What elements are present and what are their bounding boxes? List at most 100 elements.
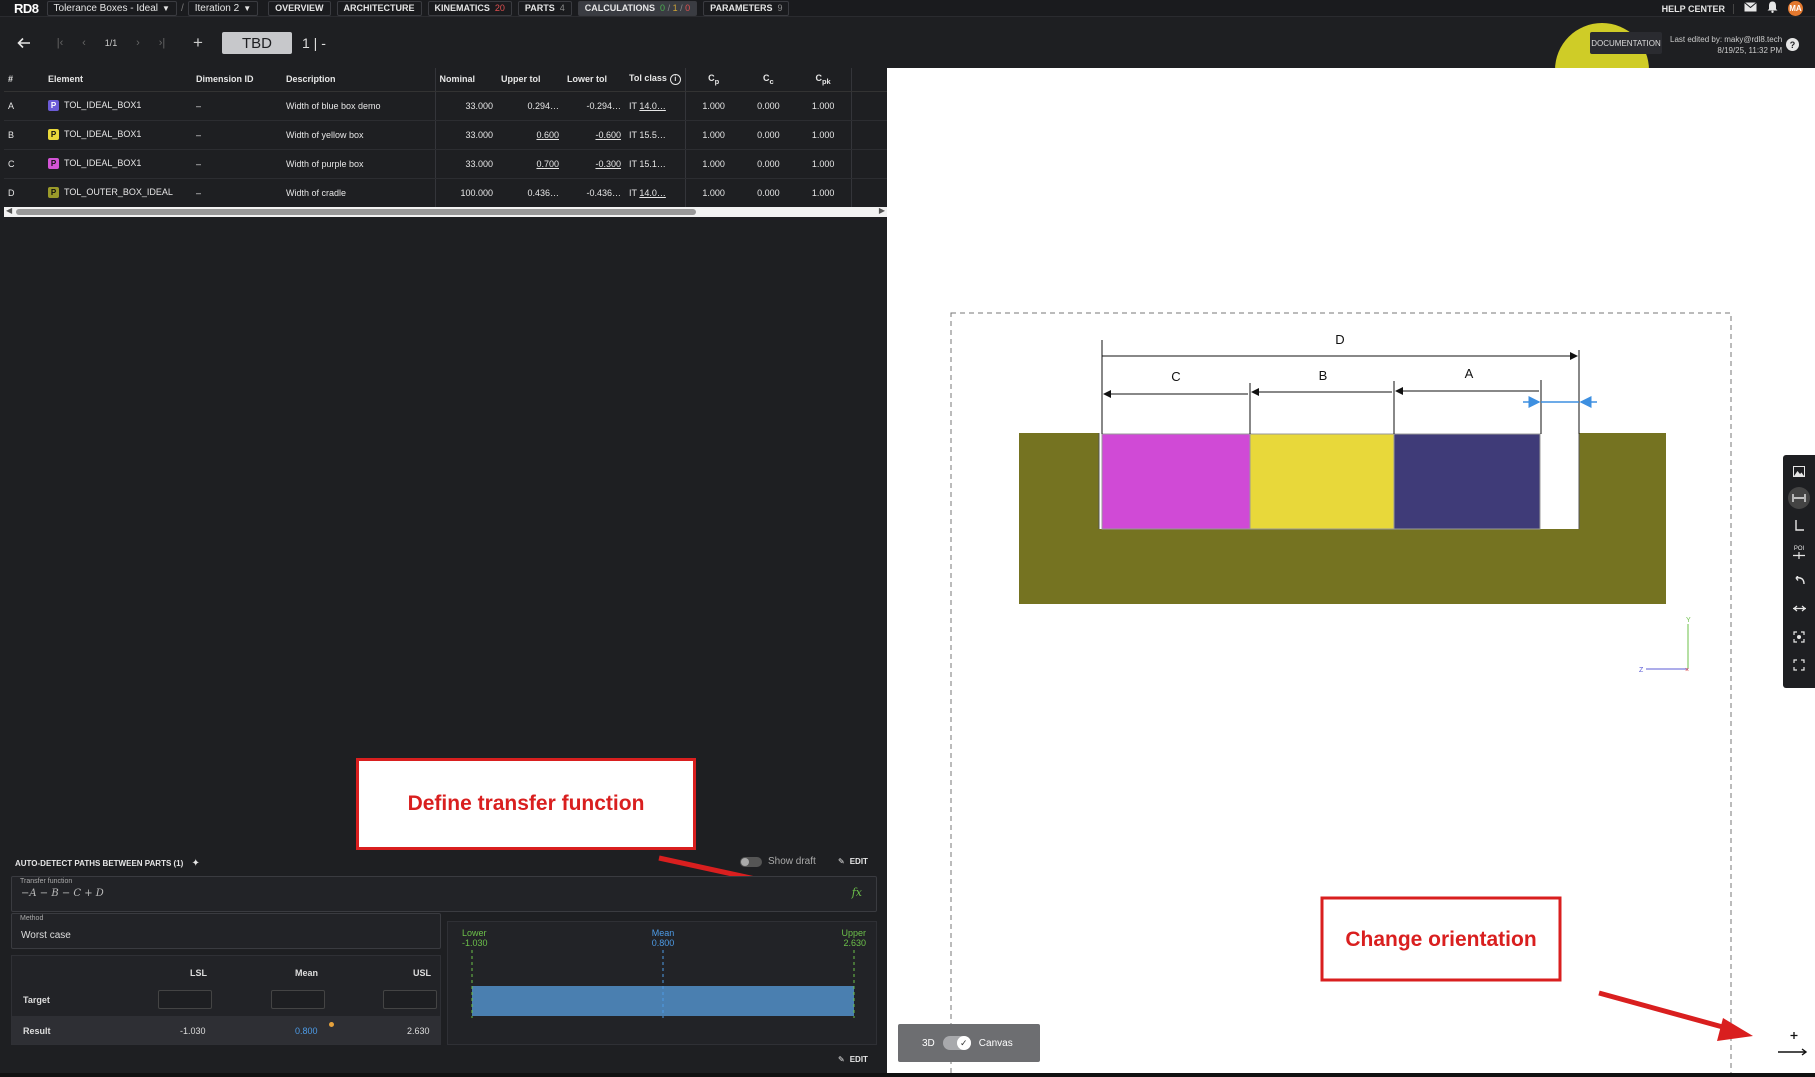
prev-page-icon[interactable]: ‹ (72, 31, 96, 55)
row-tol-class[interactable]: IT 15.5… (625, 120, 686, 150)
tab-parts[interactable]: PARTS 4 (517, 0, 572, 16)
tol-class-value[interactable]: 14.0… (639, 188, 666, 198)
col-tol-class[interactable]: Tol class i (625, 68, 686, 92)
calc-status-counts: 0 / 1 / 0 (660, 3, 691, 13)
row-nominal[interactable]: 33.000 (435, 149, 497, 179)
col-cpk[interactable]: Cpk (795, 68, 852, 92)
dimension-c[interactable]: C (1103, 369, 1251, 434)
row-upper-tol[interactable]: 0.700 (497, 149, 563, 179)
row-nominal[interactable]: 33.000 (435, 120, 497, 150)
tab-calculations[interactable]: CALCULATIONS 0 / 1 / 0 (577, 0, 698, 16)
tol-class-value[interactable]: 15.5… (639, 130, 666, 140)
edit-method-button[interactable]: ✎ EDIT (838, 1055, 868, 1064)
blue-box-part[interactable] (1393, 433, 1541, 530)
col-upper-tol[interactable]: Upper tol (497, 68, 563, 92)
bell-icon[interactable] (1767, 1, 1778, 16)
target-usl-input[interactable] (383, 990, 437, 1009)
tab-parameters[interactable]: PARAMETERS 9 (703, 0, 790, 16)
next-page-icon[interactable]: › (126, 31, 150, 55)
angle-tool-icon[interactable] (1787, 512, 1811, 537)
row-lower-tol[interactable]: -0.436… (563, 178, 625, 208)
table-row[interactable]: D P TOL_OUTER_BOX_IDEAL – Width of cradle… (4, 178, 887, 208)
fx-icon[interactable]: fx (852, 886, 862, 899)
row-dimension-id: – (192, 149, 282, 179)
transfer-function-field[interactable]: Transfer function −A − B − C + D fx (11, 876, 877, 912)
row-nominal[interactable]: 100.000 (435, 178, 497, 208)
edit-transfer-button[interactable]: ✎ EDIT (838, 857, 868, 866)
dimension-b[interactable]: B (1251, 368, 1395, 434)
status-badge[interactable]: TBD (222, 32, 292, 54)
draft-toggle-switch[interactable] (740, 856, 762, 867)
info-icon[interactable]: i (669, 74, 681, 86)
documentation-button[interactable]: DOCUMENTATION (1590, 32, 1662, 54)
mail-icon[interactable] (1744, 2, 1757, 15)
table-row[interactable]: B P TOL_IDEAL_BOX1 – Width of yellow box … (4, 120, 887, 150)
row-tol-class[interactable]: IT 14.0… (625, 178, 686, 208)
method-select[interactable]: Method Worst case (11, 913, 441, 949)
target-lsl-input[interactable] (158, 990, 212, 1009)
annotation-change-orientation: Change orientation (1345, 928, 1536, 951)
dimension-tool-icon[interactable] (1788, 487, 1810, 509)
col-lower-tol[interactable]: Lower tol (563, 68, 625, 92)
row-upper-tol[interactable]: 0.600 (497, 120, 563, 150)
tab-architecture[interactable]: ARCHITECTURE (336, 0, 422, 16)
pencil-icon: ✎ (838, 857, 845, 866)
col-nominal[interactable]: Nominal (435, 68, 497, 92)
col-dimension-id[interactable]: Dimension ID (192, 68, 282, 92)
purple-box-part[interactable] (1101, 433, 1251, 530)
orientation-arrow-icon[interactable] (1775, 1030, 1809, 1060)
tab-kinematics[interactable]: KINEMATICS 20 (427, 0, 512, 16)
table-row[interactable]: A P TOL_IDEAL_BOX1 – Width of blue box de… (4, 91, 887, 121)
image-icon[interactable] (1787, 459, 1811, 484)
auto-detect-paths-button[interactable]: AUTO-DETECT PATHS BETWEEN PARTS (1) ✦ (15, 858, 200, 869)
tol-class-value[interactable]: 15.1… (639, 159, 666, 169)
col-description[interactable]: Description (282, 68, 436, 92)
col-cc[interactable]: Cc (741, 68, 796, 92)
col-cp[interactable]: Cp (685, 68, 742, 92)
col-element[interactable]: Element (44, 68, 192, 92)
scroll-left-icon[interactable]: ◀ (6, 206, 12, 215)
help-center-link[interactable]: HELP CENTER (1662, 3, 1734, 14)
show-draft-toggle[interactable]: Show draft (740, 856, 816, 867)
focus-view-icon[interactable] (1787, 624, 1811, 649)
table-row[interactable]: C P TOL_IDEAL_BOX1 – Width of purple box … (4, 149, 887, 179)
table-horizontal-scrollbar[interactable]: ◀ ▶ (4, 206, 887, 217)
drawing-canvas[interactable]: D C B A Y Z × Change orientation (887, 68, 1815, 1075)
last-page-icon[interactable]: ›| (150, 31, 174, 55)
first-page-icon[interactable]: |‹ (48, 31, 72, 55)
view-mode-switch[interactable]: 3D Canvas (898, 1024, 1040, 1062)
app-logo[interactable]: RD8 (0, 1, 47, 16)
row-upper-tol[interactable]: 0.294… (497, 91, 563, 121)
project-selector[interactable]: Tolerance Boxes - Ideal ▼ (46, 0, 177, 16)
orientation-control[interactable] (1775, 1030, 1809, 1060)
row-lower-tol[interactable]: -0.300 (563, 149, 625, 179)
tab-overview[interactable]: OVERVIEW (268, 0, 331, 16)
cp-subscript: p (714, 76, 720, 86)
row-tol-class[interactable]: IT 14.0… (625, 91, 686, 121)
row-nominal[interactable]: 33.000 (435, 91, 497, 121)
fullscreen-icon[interactable] (1787, 652, 1811, 677)
yellow-box-part[interactable] (1249, 433, 1395, 530)
dimension-a[interactable]: A (1395, 366, 1542, 434)
tol-class-value[interactable]: 14.0… (639, 101, 666, 111)
poi-tool-icon[interactable]: POI (1787, 540, 1811, 565)
back-arrow-icon[interactable] (12, 31, 36, 55)
row-tol-class[interactable]: IT 15.1… (625, 149, 686, 179)
mode-toggle[interactable] (942, 1036, 971, 1050)
target-mean-input[interactable] (271, 990, 325, 1009)
tolerance-drawing[interactable]: D C B A Y Z × Change orientation (887, 68, 1815, 1075)
tolerance-table: # Element Dimension ID Description Nomin… (4, 68, 887, 218)
row-lower-tol[interactable]: -0.294… (563, 91, 625, 121)
add-icon[interactable]: + (186, 31, 210, 55)
iteration-selector[interactable]: Iteration 2 ▼ (187, 0, 259, 16)
help-icon[interactable]: ? (1786, 38, 1799, 51)
scrollbar-thumb[interactable] (16, 209, 696, 215)
undo-icon[interactable] (1787, 568, 1811, 593)
align-tool-icon[interactable] (1787, 596, 1811, 621)
row-upper-tol[interactable]: 0.436… (497, 178, 563, 208)
element-name: TOL_IDEAL_BOX1 (64, 157, 142, 168)
row-lower-tol[interactable]: -0.600 (563, 120, 625, 150)
tol-class-label: Tol class (629, 73, 667, 84)
avatar[interactable]: MA (1788, 1, 1803, 16)
scroll-right-icon[interactable]: ▶ (879, 206, 885, 215)
